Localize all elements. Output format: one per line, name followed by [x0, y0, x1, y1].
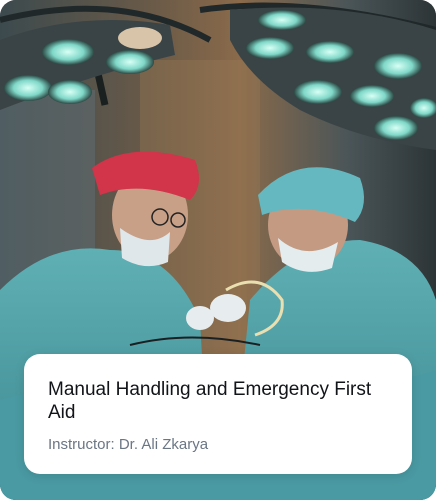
course-title[interactable]: Manual Handling and Emergency First Aid: [48, 378, 388, 424]
course-info-panel[interactable]: Manual Handling and Emergency First Aid …: [24, 354, 412, 474]
course-card[interactable]: Manual Handling and Emergency First Aid …: [0, 0, 436, 500]
course-instructor: Instructor: Dr. Ali Zkarya: [48, 436, 209, 453]
